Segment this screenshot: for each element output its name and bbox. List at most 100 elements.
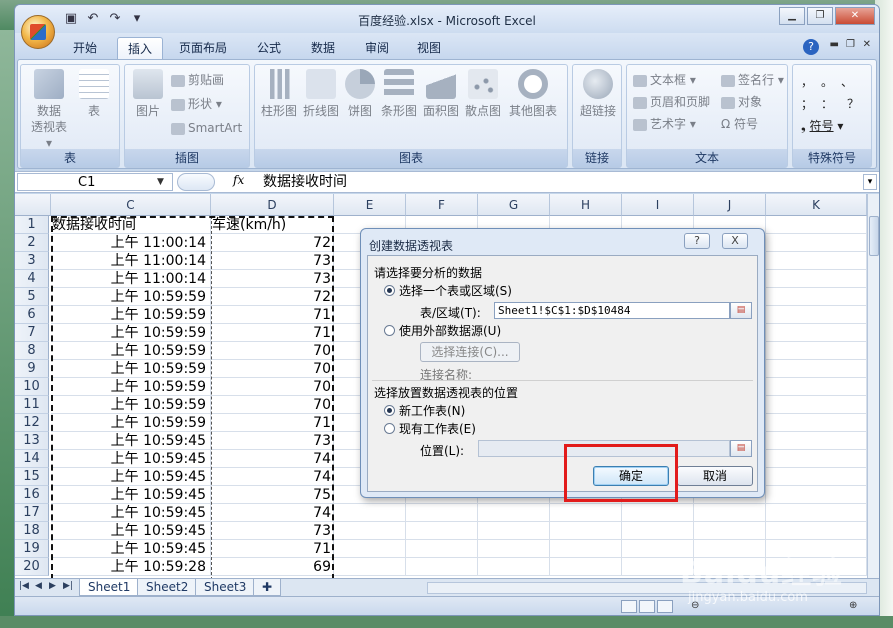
column-header-i[interactable]: I xyxy=(622,194,694,216)
empty-cell[interactable] xyxy=(550,522,622,540)
row-header[interactable]: 13 xyxy=(15,432,49,450)
select-all-corner[interactable] xyxy=(15,194,51,216)
row-header[interactable]: 6 xyxy=(15,306,49,324)
empty-cell[interactable] xyxy=(766,432,867,450)
line-chart-button[interactable]: 折线图 xyxy=(301,69,341,119)
cell-c1[interactable]: 数据接收时间 xyxy=(51,216,211,234)
speed-cell[interactable]: 74 xyxy=(211,504,334,522)
ribbon-minimize-icon[interactable]: ▬ xyxy=(830,39,839,50)
clipart-button[interactable]: 剪贴画 xyxy=(171,71,224,89)
speed-cell[interactable]: 71 xyxy=(211,324,334,342)
time-cell[interactable]: 上午 10:59:59 xyxy=(51,324,211,342)
tab-home[interactable]: 开始 xyxy=(63,37,107,59)
empty-cell[interactable] xyxy=(766,342,867,360)
expand-formula-bar-icon[interactable]: ▾ xyxy=(863,174,877,190)
time-cell[interactable]: 上午 10:59:59 xyxy=(51,342,211,360)
sheet-tab-sheet2[interactable]: Sheet2 xyxy=(137,579,198,596)
empty-cell[interactable] xyxy=(478,522,550,540)
time-cell[interactable]: 上午 10:59:59 xyxy=(51,306,211,324)
time-cell[interactable]: 上午 10:59:45 xyxy=(51,468,211,486)
empty-cell[interactable] xyxy=(766,414,867,432)
row-header[interactable]: 9 xyxy=(15,360,49,378)
empty-cell[interactable] xyxy=(406,522,478,540)
row-header[interactable]: 4 xyxy=(15,270,49,288)
speed-cell[interactable]: 73 xyxy=(211,522,334,540)
speed-cell[interactable]: 69 xyxy=(211,558,334,576)
smartart-button[interactable]: SmartArt xyxy=(171,119,242,137)
cell-d1[interactable]: 车速(km/h) xyxy=(211,216,334,234)
name-box[interactable]: C1 xyxy=(17,173,173,191)
hyperlink-button[interactable]: 超链接 xyxy=(577,69,619,119)
special-symbol-button[interactable]: ❟ 符号 ▾ xyxy=(801,117,843,135)
pie-chart-button[interactable]: 饼图 xyxy=(343,69,377,119)
empty-cell[interactable] xyxy=(478,540,550,558)
empty-cell[interactable] xyxy=(550,540,622,558)
area-chart-button[interactable]: 面积图 xyxy=(421,69,461,119)
ribbon-close-icon[interactable]: ✕ xyxy=(863,39,871,50)
row-header[interactable]: 1 xyxy=(15,216,49,234)
column-header-j[interactable]: J xyxy=(694,194,766,216)
empty-cell[interactable] xyxy=(766,486,867,504)
picture-button[interactable]: 图片 xyxy=(131,69,165,119)
speed-cell[interactable]: 73 xyxy=(211,252,334,270)
radio-existing-worksheet[interactable] xyxy=(384,423,395,434)
speed-cell[interactable]: 74 xyxy=(211,468,334,486)
empty-cell[interactable] xyxy=(766,396,867,414)
empty-cell[interactable] xyxy=(334,504,406,522)
row-header[interactable]: 5 xyxy=(15,288,49,306)
speed-cell[interactable]: 74 xyxy=(211,450,334,468)
column-header-k[interactable]: K xyxy=(766,194,867,216)
tab-page-layout[interactable]: 页面布局 xyxy=(169,37,237,59)
option-existing-worksheet[interactable]: 现有工作表(E) xyxy=(384,422,476,436)
sheet-tab-sheet1[interactable]: Sheet1 xyxy=(79,579,140,596)
empty-cell[interactable] xyxy=(766,468,867,486)
speed-cell[interactable]: 70 xyxy=(211,378,334,396)
empty-cell[interactable] xyxy=(766,234,867,252)
empty-cell[interactable] xyxy=(406,558,478,576)
page-break-view-icon[interactable] xyxy=(657,600,673,613)
empty-cell[interactable] xyxy=(406,504,478,522)
speed-cell[interactable]: 73 xyxy=(211,432,334,450)
option-select-range[interactable]: 选择一个表或区域(S) xyxy=(384,284,512,298)
time-cell[interactable]: 上午 10:59:59 xyxy=(51,288,211,306)
row-header[interactable]: 7 xyxy=(15,324,49,342)
normal-view-icon[interactable] xyxy=(621,600,637,613)
column-header-e[interactable]: E xyxy=(334,194,406,216)
tab-view[interactable]: 视图 xyxy=(407,37,451,59)
speed-cell[interactable]: 75 xyxy=(211,486,334,504)
empty-cell[interactable] xyxy=(334,540,406,558)
row-header[interactable]: 12 xyxy=(15,414,49,432)
empty-cell[interactable] xyxy=(622,504,694,522)
tab-insert[interactable]: 插入 xyxy=(117,37,164,59)
insert-sheet-icon[interactable]: ✚ xyxy=(253,579,281,596)
speed-cell[interactable]: 71 xyxy=(211,306,334,324)
time-cell[interactable]: 上午 10:59:45 xyxy=(51,522,211,540)
dialog-help-button[interactable]: ? xyxy=(684,233,710,249)
prev-sheet-icon[interactable]: ◀ xyxy=(35,581,42,591)
object-button[interactable]: 对象 xyxy=(721,93,762,111)
empty-cell[interactable] xyxy=(550,504,622,522)
time-cell[interactable]: 上午 11:00:14 xyxy=(51,252,211,270)
pivot-table-button[interactable]: 数据 透视表 ▾ xyxy=(27,69,71,151)
time-cell[interactable]: 上午 10:59:45 xyxy=(51,432,211,450)
row-header[interactable]: 11 xyxy=(15,396,49,414)
formula-input[interactable]: 数据接收时间 xyxy=(263,173,347,191)
close-button[interactable]: ✕ xyxy=(835,7,875,25)
dialog-close-button[interactable]: X xyxy=(722,233,748,249)
location-collapse-icon[interactable]: ▤ xyxy=(730,440,752,457)
empty-cell[interactable] xyxy=(406,540,478,558)
table-button[interactable]: 表 xyxy=(77,69,111,119)
row-header[interactable]: 18 xyxy=(15,522,49,540)
cancel-button[interactable]: 取消 xyxy=(677,466,753,486)
row-header[interactable]: 10 xyxy=(15,378,49,396)
speed-cell[interactable]: 71 xyxy=(211,540,334,558)
empty-cell[interactable] xyxy=(766,450,867,468)
row-header[interactable]: 8 xyxy=(15,342,49,360)
column-header-f[interactable]: F xyxy=(406,194,478,216)
symbol-button[interactable]: Ω 符号 xyxy=(721,115,758,133)
empty-cell[interactable] xyxy=(766,270,867,288)
office-button[interactable] xyxy=(21,15,55,49)
radio-select-range[interactable] xyxy=(384,285,395,296)
row-header[interactable]: 2 xyxy=(15,234,49,252)
last-sheet-icon[interactable]: ▶| xyxy=(63,581,73,591)
